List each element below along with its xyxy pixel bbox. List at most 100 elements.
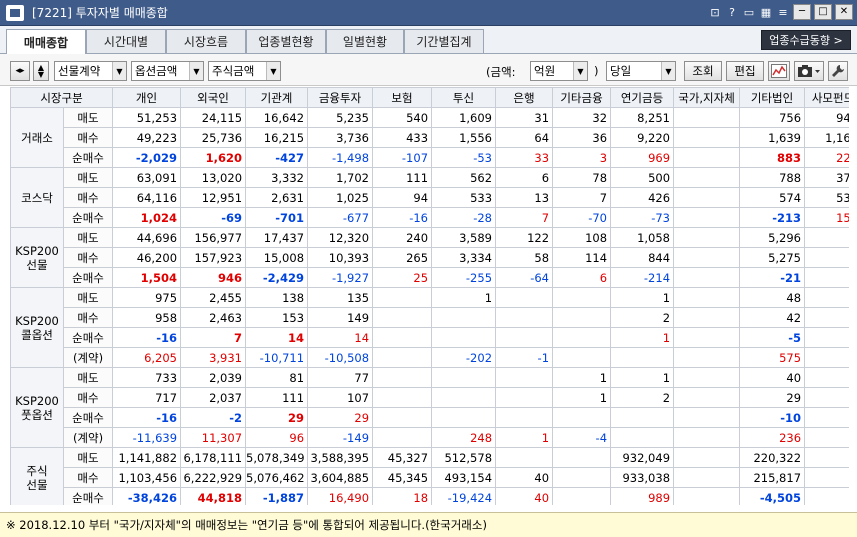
row-type-label: 매도 bbox=[62, 107, 114, 128]
table-row[interactable]: (계약) -11,639 11,307 96 -149 248 1 -4 236 bbox=[11, 427, 849, 448]
column-header-other-corp[interactable]: 기타법인 bbox=[739, 87, 806, 108]
value-cell: 1 bbox=[552, 387, 612, 408]
column-header-private-fund[interactable]: 사모펀드 bbox=[804, 87, 849, 108]
value-cell: 533 bbox=[431, 187, 497, 208]
value-cell: -10 bbox=[739, 407, 806, 428]
value-cell: 44,818 bbox=[180, 487, 247, 505]
table-row[interactable]: 거래소 매도 51,253 24,115 16,642 5,235 540 1,609 31 32… bbox=[10, 107, 849, 168]
value-cell: 31 bbox=[495, 107, 554, 128]
value-cell: -214 bbox=[610, 267, 675, 288]
swap-vertical-icon[interactable]: ▲ ▼ bbox=[33, 61, 49, 81]
value-cell: -1,887 bbox=[245, 487, 309, 505]
wrench-icon[interactable] bbox=[828, 61, 848, 81]
screen-icon[interactable]: ▭ bbox=[742, 6, 756, 19]
column-header-financial-investment[interactable]: 금융투자 bbox=[307, 87, 374, 108]
table-row[interactable]: 매수 958 2,463 153 149 2 42 bbox=[11, 307, 849, 328]
table-row[interactable]: 매수64,11612,9512,6311,02594533137426 57453… bbox=[11, 187, 849, 208]
tab-trade-summary[interactable]: 매매종합 bbox=[6, 29, 86, 54]
value-cell: 1,058 bbox=[610, 227, 675, 248]
value-cell: 969 bbox=[610, 147, 675, 168]
value-cell: 2,039 bbox=[180, 367, 247, 388]
menu-icon[interactable]: ≡ bbox=[776, 6, 790, 19]
value-cell bbox=[673, 347, 741, 368]
chart-icon[interactable] bbox=[768, 61, 790, 81]
camera-icon[interactable] bbox=[794, 61, 824, 81]
period-select[interactable]: 당일 ▼ bbox=[606, 61, 676, 81]
table-row[interactable]: 순매수1,024-69-701-677-16-287-70-73 -213158 bbox=[11, 207, 849, 228]
maximize-button[interactable]: □ bbox=[814, 4, 832, 20]
tab-daily-status[interactable]: 일별현황 bbox=[326, 29, 404, 53]
value-cell: 6,178,111 bbox=[180, 447, 247, 468]
value-cell bbox=[673, 407, 741, 428]
row-type-label: 매수 bbox=[62, 247, 114, 268]
value-cell: 540 bbox=[372, 107, 433, 128]
column-header-institution[interactable]: 기관계 bbox=[245, 87, 309, 108]
row-type-label: 매도 bbox=[62, 367, 114, 388]
value-cell: -10,711 bbox=[245, 347, 309, 368]
help-icon[interactable]: ? bbox=[725, 6, 739, 19]
table-row[interactable]: 코스닥 매도 63,091 13,020 3,332 1,702 111 562 6 78 500 7… bbox=[10, 167, 849, 228]
tab-sector-status[interactable]: 업종별현황 bbox=[246, 29, 326, 53]
table-row[interactable]: 순매수 -16 -2 29 29 -10 bbox=[11, 407, 849, 428]
value-cell: 1,025 bbox=[307, 187, 374, 208]
futures-unit-select[interactable]: 선물계약 ▼ bbox=[54, 61, 127, 81]
table-row[interactable]: KSP200 콜옵션 매도 975 2,455 138 135 1 1 48 bbox=[10, 287, 849, 368]
tab-market-flow[interactable]: 시장흐름 bbox=[166, 29, 246, 53]
minimize-button[interactable]: ─ bbox=[793, 4, 811, 20]
column-header-other-finance[interactable]: 기타금융 bbox=[552, 87, 612, 108]
value-cell bbox=[495, 307, 554, 328]
tile-icon[interactable]: ▦ bbox=[759, 6, 773, 19]
value-cell: 13 bbox=[495, 187, 554, 208]
stock-unit-select[interactable]: 주식금액 ▼ bbox=[208, 61, 281, 81]
table-row[interactable]: 순매수 -16 7 14 14 1 -5 bbox=[11, 327, 849, 348]
column-header-individual[interactable]: 개인 bbox=[112, 87, 182, 108]
value-cell: 2,631 bbox=[245, 187, 309, 208]
table-row[interactable]: (계약) 6,205 3,931 -10,711 -10,508 -202 -1 575 bbox=[11, 347, 849, 368]
tab-period-total[interactable]: 기간별집계 bbox=[404, 29, 484, 53]
value-cell: 493,154 bbox=[431, 467, 497, 488]
value-cell bbox=[804, 347, 849, 368]
table-row[interactable]: 매수 717 2,037 111 107 1 2 29 bbox=[11, 387, 849, 408]
table-row[interactable]: 매수 49,223 25,736 16,215 3,736 433 1,556 64 36 9,2… bbox=[11, 127, 849, 148]
table-row[interactable]: 순매수 1,504 946 -2,429 -1,927 25 -255 -64 6 -214 -21 bbox=[11, 267, 849, 288]
swap-horizontal-icon[interactable]: ◂▸ bbox=[10, 61, 30, 81]
window-title: [7221] 투자자별 매매종합 bbox=[32, 6, 168, 20]
column-header-investment-trust[interactable]: 투신 bbox=[431, 87, 497, 108]
column-header-foreign[interactable]: 외국인 bbox=[180, 87, 247, 108]
table-row[interactable]: KSP200 풋옵션 매도 733 2,039 81 77 1 1 40 bbox=[10, 367, 849, 448]
column-header-market[interactable]: 시장구분 bbox=[10, 87, 114, 108]
column-header-government[interactable]: 국가,지자체 bbox=[673, 87, 741, 108]
column-header-bank[interactable]: 은행 bbox=[495, 87, 554, 108]
close-button[interactable]: ✕ bbox=[835, 4, 853, 20]
column-header-insurance[interactable]: 보험 bbox=[372, 87, 433, 108]
table-row[interactable]: 주식 선물 매도 1,141,882 6,178,111 5,078,349 3,588,… bbox=[10, 447, 849, 505]
query-button[interactable]: 조회 bbox=[684, 61, 722, 81]
value-cell: 45,327 bbox=[372, 447, 433, 468]
table-row[interactable]: 매수 46,200 157,923 15,008 10,393 265 3,334 58 114… bbox=[11, 247, 849, 268]
table-row[interactable]: 순매수 -2,029 1,620 -427 -1,498 -107 -53 33 3 969 883… bbox=[11, 147, 849, 168]
column-header-pension[interactable]: 연기금등 bbox=[610, 87, 675, 108]
table-row[interactable]: 순매수 -38,426 44,818 -1,887 16,490 18 -19,424 40 9… bbox=[11, 487, 849, 505]
table-row[interactable]: KSP200 선물 매도 44,696 156,977 17,437 12,320 240 3… bbox=[10, 227, 849, 288]
value-cell: -53 bbox=[431, 147, 497, 168]
link-icon[interactable]: ⊡ bbox=[708, 6, 722, 19]
tab-by-time[interactable]: 시간대별 bbox=[86, 29, 166, 53]
value-cell: 51,253 bbox=[112, 107, 182, 128]
value-cell bbox=[552, 407, 612, 428]
value-cell bbox=[673, 107, 741, 128]
sector-supply-button[interactable]: 업종수급동향 > bbox=[761, 30, 851, 50]
period-value: 당일 bbox=[610, 64, 632, 78]
value-cell: -19,424 bbox=[431, 487, 497, 505]
market-name-cell: 거래소 bbox=[10, 107, 64, 168]
footer-notice: ※ 2018.12.10 부터 "국가/지자체"의 매매정보는 "연기금 등"에… bbox=[0, 512, 857, 537]
value-cell: -11,639 bbox=[112, 427, 182, 448]
amount-unit-select[interactable]: 억원 ▼ bbox=[530, 61, 588, 81]
table-row[interactable]: 매수 1,103,456 6,222,929 5,076,462 3,604,885 45… bbox=[11, 467, 849, 488]
value-cell: 14 bbox=[307, 327, 374, 348]
options-unit-select[interactable]: 옵션금액 ▼ bbox=[131, 61, 204, 81]
value-cell bbox=[372, 327, 433, 348]
value-cell: 42 bbox=[739, 307, 806, 328]
edit-button[interactable]: 편집 bbox=[726, 61, 764, 81]
value-cell: 13,020 bbox=[180, 167, 247, 188]
value-cell: -4 bbox=[552, 427, 612, 448]
